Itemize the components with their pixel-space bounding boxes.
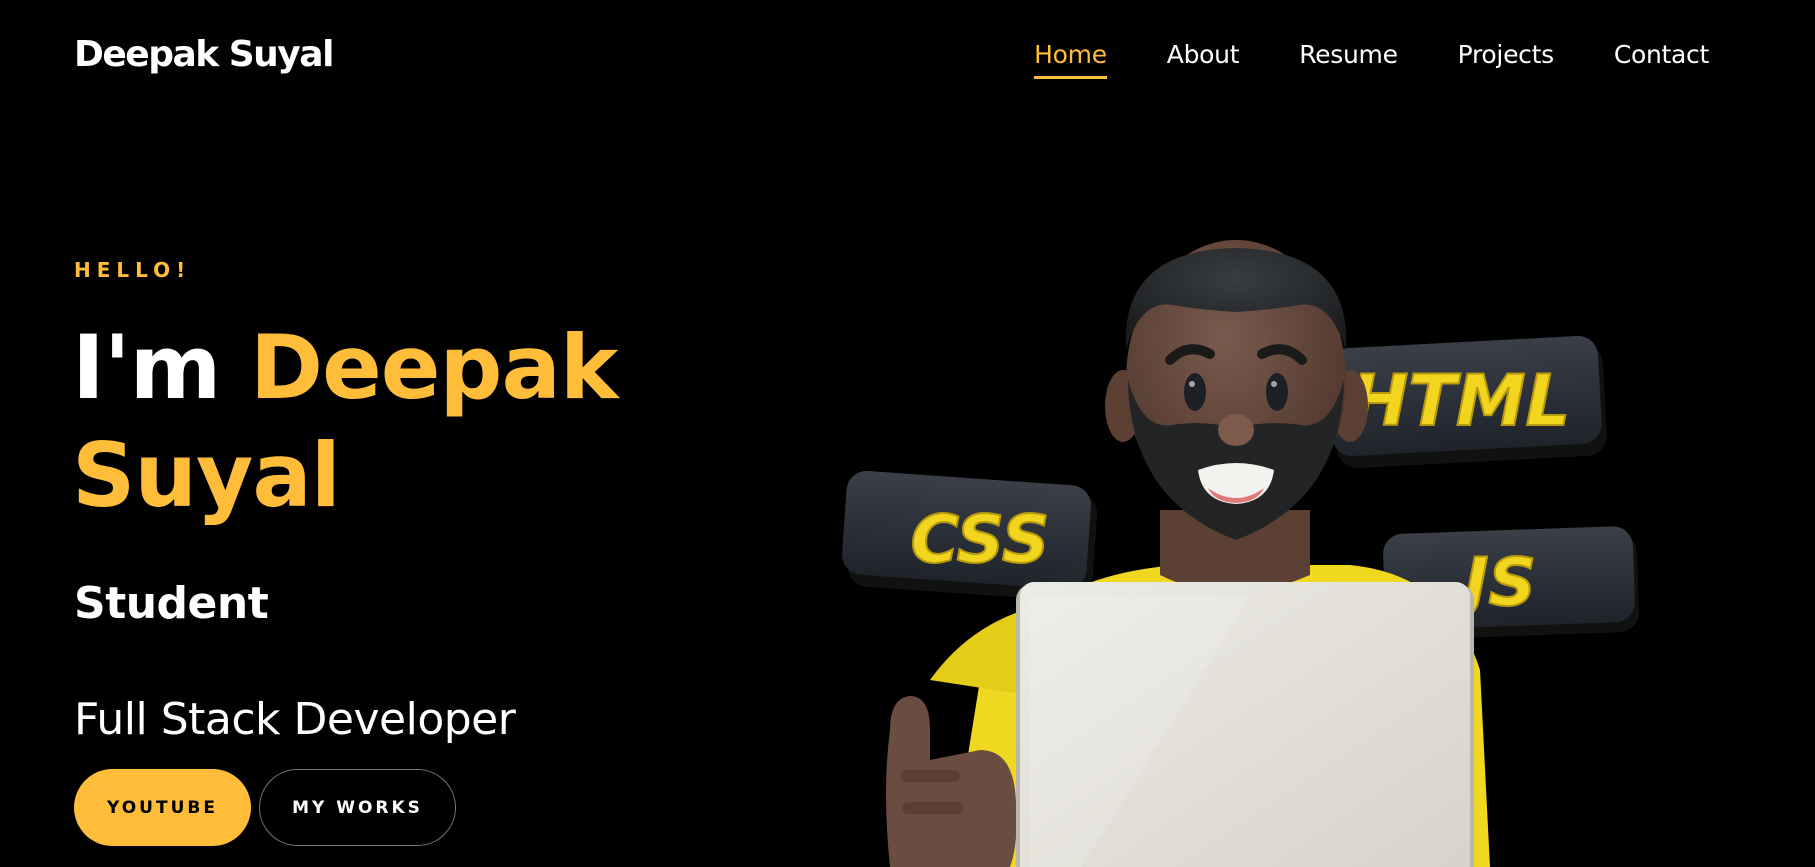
nav-item-about[interactable]: About [1167, 40, 1240, 75]
role-text: Student [74, 578, 269, 629]
laptop [1016, 582, 1474, 867]
my-works-button[interactable]: MY WORKS [259, 769, 456, 846]
main-nav: Home About Resume Projects Contact [1034, 40, 1709, 79]
headline-first-name: Deepak [250, 316, 618, 419]
nav-item-home[interactable]: Home [1034, 40, 1107, 79]
developer-avatar-illustration: HTML JS CSS [842, 240, 1639, 867]
nav-item-projects[interactable]: Projects [1458, 40, 1554, 75]
youtube-button[interactable]: YOUTUBE [74, 769, 251, 846]
typed-subtitle: Full Stack Developer [74, 694, 516, 745]
html-badge: HTML [1328, 336, 1607, 468]
brand-logo[interactable]: Deepak Suyal [74, 34, 334, 75]
css-badge-label: CSS [911, 501, 1050, 578]
html-badge-label: HTML [1350, 360, 1571, 442]
avatar-head [1105, 240, 1368, 540]
nav-item-contact[interactable]: Contact [1614, 40, 1709, 75]
headline-intro: I'm [72, 316, 221, 419]
hero-headline: I'm Deepak Suyal [72, 314, 712, 530]
nav-item-resume[interactable]: Resume [1299, 40, 1398, 75]
greeting-text: HELLO! [74, 258, 192, 282]
headline-last-name: Suyal [72, 424, 341, 527]
page: Deepak Suyal Home About Resume Projects … [0, 0, 1815, 867]
